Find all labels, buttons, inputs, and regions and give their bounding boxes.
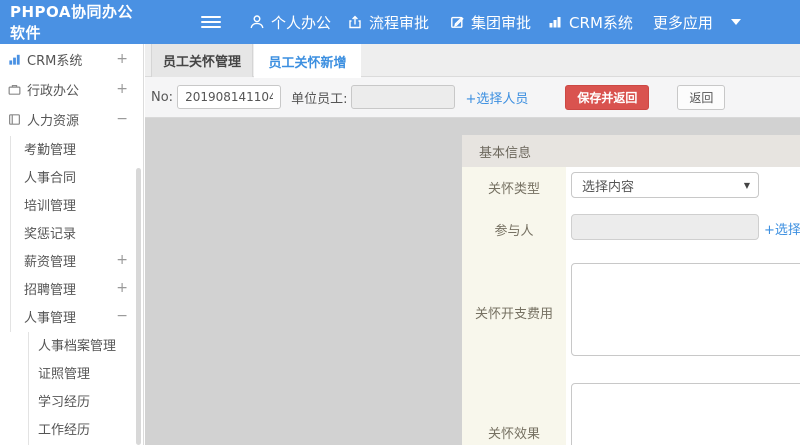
sidebar-scrollbar[interactable]	[136, 168, 141, 445]
save-and-return-button[interactable]: 保存并返回	[565, 84, 650, 110]
care-type-label: 关怀类型	[487, 182, 540, 197]
sidebar-item-crm[interactable]: CRM系统 +	[0, 44, 143, 74]
panel-body: 关怀类型 选择内容 ▼ 参与人 +选择人员 关怀开支费用 关怀效果	[462, 167, 800, 445]
sidebar-item-personnel-files[interactable]: 人事档案管理	[0, 330, 143, 358]
sidebar-item-hr[interactable]: 人力资源 −	[0, 104, 143, 134]
bar-chart-icon	[547, 14, 563, 30]
sidebar-item-label: 薪资管理	[24, 254, 77, 270]
care-expense-textarea[interactable]	[571, 263, 800, 356]
sidebar-item-label: 考勤管理	[24, 142, 77, 158]
unit-employee-label: 单位员工:	[291, 91, 348, 107]
sidebar-item-hr-contract[interactable]: 人事合同	[0, 162, 143, 190]
nav-item-more-apps[interactable]: 更多应用	[653, 12, 741, 33]
participants-label: 参与人	[494, 224, 534, 239]
tab-employee-care-management[interactable]: 员工关怀管理	[151, 44, 253, 77]
sidebar-item-label: CRM系统	[27, 53, 83, 69]
sidebar-item-recruitment[interactable]: 招聘管理 +	[0, 274, 143, 302]
nav-item-crm-system[interactable]: CRM系统	[547, 12, 633, 33]
app-logo: PHPOA协同办公软件	[10, 3, 133, 42]
sidebar-item-label: 人事管理	[24, 310, 77, 326]
no-input[interactable]	[177, 85, 282, 109]
nav-item-label: 个人办公	[271, 13, 332, 32]
sidebar-item-salary[interactable]: 薪资管理 +	[0, 246, 143, 274]
care-effect-textarea[interactable]	[571, 383, 800, 445]
app-window: PHPOA协同办公软件 个人办公 流程审批 集团审批 CRM系统 更多应用 CR…	[0, 0, 800, 445]
sidebar-item-label: 人事合同	[24, 170, 77, 186]
nav-item-group-approval[interactable]: 集团审批	[449, 12, 531, 33]
upload-icon	[347, 14, 363, 30]
nav-item-label: 更多应用	[652, 13, 713, 32]
sidebar-item-attendance[interactable]: 考勤管理	[0, 134, 143, 162]
nav-item-label: 流程审批	[369, 13, 430, 32]
sidebar-menu: CRM系统 + 行政办公 + 人力资源 − 考勤管理 人事合同 培训管理 奖惩记…	[0, 44, 144, 445]
care-type-select[interactable]: 选择内容 ▼	[571, 172, 759, 198]
sidebar-item-label: 证照管理	[38, 366, 91, 382]
select-person-link[interactable]: +选择人员	[465, 88, 528, 107]
collapse-minus-icon[interactable]: −	[116, 308, 128, 324]
nav-item-personal-office[interactable]: 个人办公	[249, 12, 331, 33]
nav-item-label: 集团审批	[471, 13, 532, 32]
sidebar-item-certificates[interactable]: 证照管理	[0, 358, 143, 386]
back-button[interactable]: 返回	[677, 84, 726, 110]
sidebar-item-label: 培训管理	[24, 198, 77, 214]
select-participants-link[interactable]: +选择人员	[764, 219, 800, 238]
nav-item-workflow-approval[interactable]: 流程审批	[347, 12, 429, 33]
caret-down-icon	[730, 19, 741, 25]
edit-icon	[449, 14, 465, 30]
expand-plus-icon[interactable]: +	[116, 51, 128, 67]
nav-item-label: CRM系统	[569, 13, 633, 32]
tab-bar: 员工关怀管理 员工关怀新增	[145, 44, 800, 78]
book-icon	[7, 112, 22, 127]
user-icon	[249, 14, 265, 30]
form-toolbar: No: 单位员工: +选择人员 保存并返回 返回	[145, 77, 800, 118]
sidebar-item-label: 行政办公	[27, 83, 80, 99]
sidebar-item-label: 奖惩记录	[24, 226, 77, 242]
expand-plus-icon[interactable]: +	[116, 280, 128, 296]
hamburger-menu-icon[interactable]	[201, 13, 221, 31]
collapse-minus-icon[interactable]: −	[116, 111, 128, 127]
sidebar-item-label: 人事档案管理	[38, 338, 117, 354]
briefcase-icon	[7, 82, 22, 97]
caret-down-icon: ▼	[743, 180, 750, 190]
basic-info-panel: 基本信息 关怀类型 选择内容 ▼ 参与人 +选择人员 关怀开支费用 关怀效果	[462, 135, 800, 445]
sidebar-item-label: 工作经历	[38, 422, 91, 438]
sidebar-item-label: 人力资源	[27, 113, 80, 129]
bar-chart-icon	[7, 52, 22, 67]
sidebar-item-work-history[interactable]: 工作经历	[0, 414, 143, 442]
main-content: 员工关怀管理 员工关怀新增 No: 单位员工: +选择人员 保存并返回 返回 基…	[145, 44, 800, 445]
sidebar-item-training[interactable]: 培训管理	[0, 190, 143, 218]
no-label: No:	[151, 89, 174, 105]
unit-employee-input[interactable]	[351, 85, 456, 109]
sidebar-item-personnel-mgmt[interactable]: 人事管理 −	[0, 302, 143, 330]
care-expense-label: 关怀开支费用	[474, 307, 553, 322]
sidebar-item-admin-office[interactable]: 行政办公 +	[0, 74, 143, 104]
top-navbar: PHPOA协同办公软件 个人办公 流程审批 集团审批 CRM系统 更多应用	[0, 0, 800, 44]
sidebar-item-label: 招聘管理	[24, 282, 77, 298]
expand-plus-icon[interactable]: +	[116, 81, 128, 97]
sidebar-item-label: 学习经历	[38, 394, 91, 410]
content-canvas: 基本信息 关怀类型 选择内容 ▼ 参与人 +选择人员 关怀开支费用 关怀效果	[145, 118, 800, 445]
tab-employee-care-new[interactable]: 员工关怀新增	[254, 44, 361, 78]
select-value: 选择内容	[582, 179, 635, 195]
care-effect-label: 关怀效果	[487, 427, 540, 442]
panel-section-header: 基本信息	[462, 135, 800, 167]
expand-plus-icon[interactable]: +	[116, 252, 128, 268]
sidebar-item-reward-punishment[interactable]: 奖惩记录	[0, 218, 143, 246]
sidebar-item-education-history[interactable]: 学习经历	[0, 386, 143, 414]
tab-label: 员工关怀管理	[162, 55, 241, 70]
participants-input[interactable]	[571, 214, 759, 240]
section-title: 基本信息	[479, 145, 532, 161]
tab-label: 员工关怀新增	[268, 55, 347, 71]
